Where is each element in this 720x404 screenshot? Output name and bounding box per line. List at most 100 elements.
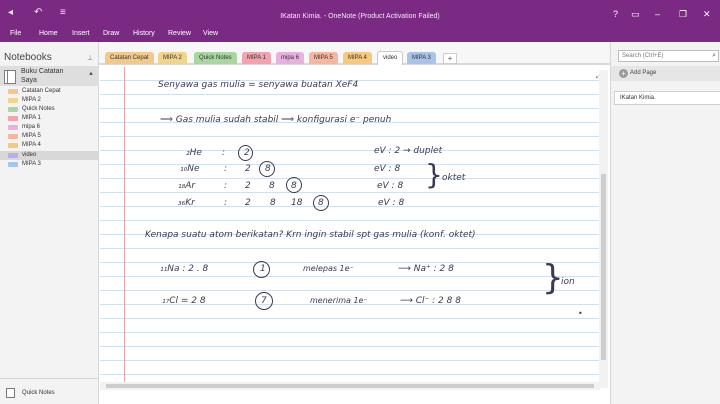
add-page-label: Add Page: [630, 70, 657, 76]
page-item[interactable]: IKatan Kimia.: [614, 91, 720, 105]
notebook-name[interactable]: Buku Catatan Saya: [21, 67, 79, 85]
restore-button[interactable]: ❐: [679, 9, 687, 19]
vertical-scrollbar[interactable]: [599, 70, 608, 388]
ink-ne-eq[interactable]: :: [224, 164, 227, 174]
tab-mipa-6[interactable]: mipa 6: [276, 52, 305, 64]
ink-ar[interactable]: ₁₈Ar: [178, 181, 195, 191]
ink-na[interactable]: ₁₁Na : 2 . 8: [160, 264, 208, 274]
ink-he-eq[interactable]: :: [222, 148, 225, 158]
ink-circle-ar: [286, 177, 302, 193]
tab-mipa-1[interactable]: MIPA 1: [242, 52, 271, 64]
section-item-mipa-5[interactable]: MIPA 5: [0, 132, 98, 141]
tab-video[interactable]: video: [377, 51, 404, 65]
section-label: MIPA 3: [22, 161, 41, 167]
ink-kr-v3[interactable]: 18: [291, 198, 302, 208]
quick-notes-icon: [6, 388, 15, 398]
section-color-swatch: [8, 116, 18, 121]
section-label: MIPA 1: [22, 115, 41, 121]
ink-na-ion[interactable]: ⟶ Na⁺ : 2 8: [398, 264, 454, 274]
title-bar: ◂ ↶ ≡ IKatan Kimia. - OneNote (Product A…: [0, 0, 720, 26]
tab-file[interactable]: File: [10, 30, 21, 37]
add-section-button[interactable]: +: [443, 53, 457, 64]
notebooks-header[interactable]: Notebooks: [4, 52, 52, 63]
tab-mipa-2[interactable]: MIPA 2: [158, 52, 187, 64]
ink-ev-3[interactable]: eV : 8: [377, 181, 403, 191]
page-list-pane: Search (Ctrl+E) ⌕ + Add Page IKatan Kimi…: [610, 42, 720, 404]
ink-kr[interactable]: ₃₆Kr: [178, 198, 195, 208]
section-color-swatch: [8, 143, 18, 148]
ink-question[interactable]: Kenapa suatu atom berikatan? Krn ingin s…: [145, 230, 476, 240]
tab-mipa-3[interactable]: MIPA 3: [407, 52, 436, 64]
section-item-mipa-4[interactable]: MIPA 4: [0, 141, 98, 150]
ink-ne-v1[interactable]: 2: [245, 164, 251, 174]
tab-insert[interactable]: Insert: [72, 30, 90, 37]
tab-catatan-cepat[interactable]: Catatan Cepat: [105, 52, 154, 64]
ribbon-display-icon[interactable]: ▭: [631, 9, 640, 19]
ink-ev-4[interactable]: eV : 8: [378, 198, 404, 208]
ink-cl-action[interactable]: menerima 1e⁻: [310, 296, 368, 305]
ink-he[interactable]: ₂He: [186, 148, 202, 158]
section-color-swatch: [8, 162, 18, 167]
close-button[interactable]: ✕: [703, 9, 711, 19]
ink-cl-ion[interactable]: ⟶ Cl⁻ : 2 8 8: [400, 296, 461, 306]
tab-quick-notes[interactable]: Quick Notes: [194, 52, 237, 64]
ink-kr-eq[interactable]: :: [224, 198, 227, 208]
tab-mipa-5[interactable]: MIPA 5: [309, 52, 338, 64]
section-item-mipa-1[interactable]: MIPA 1: [0, 114, 98, 123]
section-label: video: [22, 152, 37, 158]
pin-icon[interactable]: ⊥: [87, 54, 93, 62]
section-label: mipa 6: [22, 124, 41, 130]
section-item-mipa-2[interactable]: MIPA 2: [0, 96, 98, 105]
section-item-mipa-3[interactable]: MIPA 3: [0, 160, 98, 169]
section-label: MIPA 5: [22, 133, 41, 139]
quick-notes-label: Quick Notes: [22, 390, 55, 396]
ink-na-action[interactable]: melepas 1e⁻: [303, 264, 354, 273]
section-color-swatch: [8, 125, 18, 130]
tab-home[interactable]: Home: [39, 30, 58, 37]
ink-kr-v2[interactable]: 8: [270, 198, 276, 208]
horizontal-scrollbar[interactable]: [100, 382, 600, 390]
section-item-quick-notes[interactable]: Quick Notes: [0, 105, 98, 114]
collapse-icon[interactable]: ▲: [88, 71, 94, 77]
ink-circle-na: [253, 261, 270, 278]
notebook-book-icon: [4, 70, 16, 84]
section-item-catatan-cepat[interactable]: Catatan Cepat: [0, 87, 98, 96]
page-item-label: IKatan Kimia.: [620, 95, 656, 101]
section-tab-bar: Catatan Cepat MIPA 2 Quick Notes MIPA 1 …: [99, 42, 610, 65]
ink-ar-eq[interactable]: :: [224, 181, 227, 191]
ink-line-1[interactable]: Senyawa gas mulia = senyawa buatan XeF4: [158, 80, 358, 90]
search-icon[interactable]: ⌕: [712, 52, 716, 60]
add-page-button[interactable]: + Add Page: [611, 66, 720, 81]
tab-review[interactable]: Review: [168, 30, 191, 37]
ink-ev-2[interactable]: eV : 8: [374, 164, 400, 174]
section-color-swatch: [8, 107, 18, 112]
ink-circle-ne: [259, 161, 275, 177]
ink-ne[interactable]: ₁₀Ne: [180, 164, 200, 174]
tab-history[interactable]: History: [133, 30, 155, 37]
vertical-scroll-thumb[interactable]: [601, 174, 606, 360]
ink-brace-oktet: }: [425, 158, 443, 191]
tab-draw[interactable]: Draw: [103, 30, 119, 37]
minimize-button[interactable]: –: [655, 9, 660, 19]
ink-ar-v2[interactable]: 8: [269, 181, 275, 191]
ink-kr-v1[interactable]: 2: [245, 198, 251, 208]
tab-view[interactable]: View: [203, 30, 218, 37]
ink-ar-v1[interactable]: 2: [245, 181, 251, 191]
ink-circle-he: [238, 145, 253, 161]
section-item-mipa-6[interactable]: mipa 6: [0, 123, 98, 132]
ink-cl[interactable]: ₁₇Cl = 2 8: [162, 296, 206, 306]
ink-ev-1[interactable]: eV : 2 → duplet: [374, 146, 442, 156]
quick-notes-footer[interactable]: Quick Notes: [0, 378, 99, 404]
ink-oktet[interactable]: oktet: [442, 173, 465, 183]
ink-line-2[interactable]: ⟹ Gas mulia sudah stabil ⟹ konfigurasi e…: [160, 115, 391, 125]
notebook-pane: Notebooks ⊥ Buku Catatan Saya ▲ Catatan …: [0, 42, 99, 404]
horizontal-scroll-thumb[interactable]: [106, 384, 594, 388]
section-item-video[interactable]: video: [0, 151, 98, 160]
help-icon[interactable]: ?: [613, 9, 618, 19]
search-input[interactable]: Search (Ctrl+E) ⌕: [618, 50, 719, 62]
ink-ion[interactable]: ion: [561, 277, 575, 287]
tab-mipa-4[interactable]: MIPA 4: [343, 52, 372, 64]
search-placeholder: Search (Ctrl+E): [622, 53, 664, 59]
ink-dot: •: [578, 309, 583, 318]
section-label: MIPA 2: [22, 97, 41, 103]
